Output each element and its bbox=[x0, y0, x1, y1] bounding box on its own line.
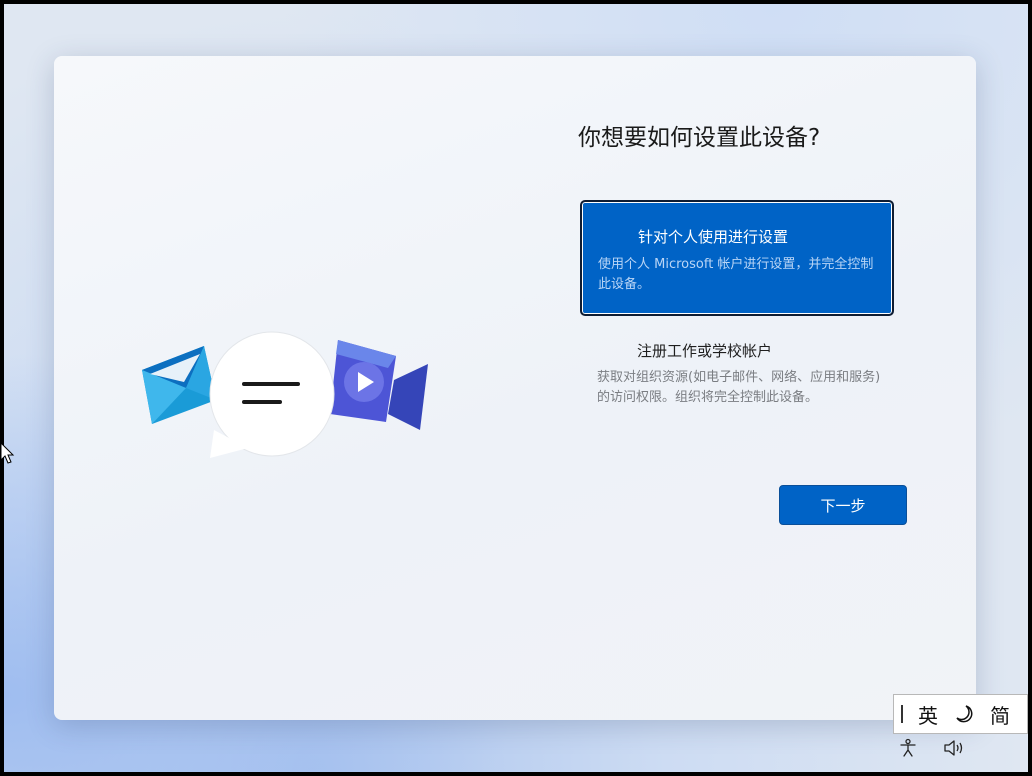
option-personal-title: 针对个人使用进行设置 bbox=[638, 228, 789, 246]
option-personal-use[interactable]: 针对个人使用进行设置 使用个人 Microsoft 帐户进行设置，并完全控制此设… bbox=[580, 200, 894, 316]
option-work-description: 获取对组织资源(如电子邮件、网络、应用和服务)的访问权限。组织将完全控制此设备。 bbox=[597, 370, 881, 405]
volume-icon[interactable] bbox=[942, 736, 966, 760]
communication-illustration bbox=[142, 331, 428, 458]
option-work-title: 注册工作或学校帐户 bbox=[637, 342, 773, 360]
ime-drag-handle[interactable] bbox=[894, 694, 910, 734]
setup-card: 你想要如何设置此设备? 针对个人使用进行设置 使用个人 Microsoft 帐户… bbox=[54, 56, 976, 720]
mouse-cursor-icon bbox=[0, 442, 15, 464]
page-title: 你想要如何设置此设备? bbox=[578, 125, 821, 151]
next-button[interactable]: 下一步 bbox=[779, 485, 907, 525]
oobe-screen: 你想要如何设置此设备? 针对个人使用进行设置 使用个人 Microsoft 帐户… bbox=[4, 4, 1028, 772]
ime-toolbar: 英 简 bbox=[893, 694, 1028, 734]
video-camera-icon bbox=[330, 340, 428, 430]
moon-icon[interactable] bbox=[946, 694, 982, 734]
ime-script-toggle[interactable]: 简 bbox=[982, 694, 1018, 734]
option-personal-description: 使用个人 Microsoft 帐户进行设置，并完全控制此设备。 bbox=[598, 257, 874, 292]
mail-icon bbox=[142, 346, 216, 424]
option-work-school[interactable]: 注册工作或学校帐户 获取对组织资源(如电子邮件、网络、应用和服务)的访问权限。组… bbox=[580, 330, 894, 414]
ime-mode-toggle[interactable]: 英 bbox=[910, 694, 946, 734]
accessibility-icon[interactable] bbox=[896, 736, 920, 760]
chat-bubble-icon bbox=[209, 331, 335, 458]
